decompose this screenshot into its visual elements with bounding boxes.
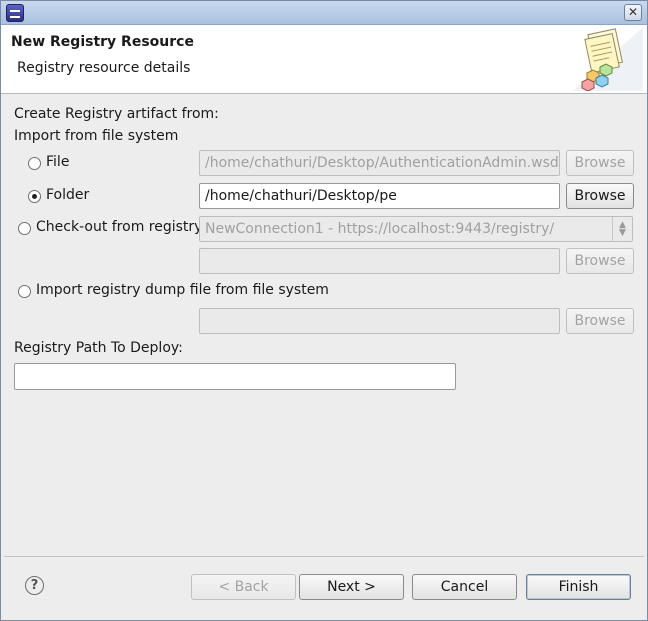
- file-radio-label[interactable]: File: [46, 154, 69, 170]
- wizard-title: New Registry Resource: [11, 34, 194, 50]
- folder-radio[interactable]: [28, 190, 41, 203]
- close-icon[interactable]: ✕: [624, 4, 642, 21]
- checkout-browse-button[interactable]: Browse: [566, 248, 634, 274]
- checkout-radio-label[interactable]: Check-out from registry: [36, 219, 202, 235]
- checkout-path-field[interactable]: [199, 248, 560, 274]
- title-bar[interactable]: ✕: [1, 1, 647, 25]
- combo-updown-icon[interactable]: ▲ ▼: [612, 217, 632, 241]
- dump-radio[interactable]: [18, 285, 31, 298]
- registry-connection-combo[interactable]: NewConnection1 - https://localhost:9443/…: [199, 216, 633, 242]
- wizard-subtitle: Registry resource details: [17, 60, 191, 76]
- registry-connection-value: NewConnection1 - https://localhost:9443/…: [205, 221, 555, 237]
- file-browse-button[interactable]: Browse: [566, 150, 634, 176]
- checkout-radio[interactable]: [18, 222, 31, 235]
- create-from-label: Create Registry artifact from:: [14, 106, 219, 122]
- dump-path-field[interactable]: [199, 308, 560, 334]
- file-radio[interactable]: [28, 157, 41, 170]
- wizard-header: New Registry Resource Registry resource …: [1, 25, 647, 94]
- deploy-path-field[interactable]: [14, 363, 456, 390]
- dialog-window: ✕ New Registry Resource Registry resourc…: [0, 0, 648, 621]
- dump-radio-label[interactable]: Import registry dump file from file syst…: [36, 282, 329, 298]
- back-button[interactable]: < Back: [191, 574, 296, 600]
- question-mark-icon[interactable]: ?: [25, 576, 44, 595]
- registry-wizard-banner-icon: [573, 27, 643, 91]
- dump-browse-button[interactable]: Browse: [566, 308, 634, 334]
- folder-path-field[interactable]: /home/chathuri/Desktop/pe: [199, 183, 560, 209]
- folder-browse-button[interactable]: Browse: [566, 183, 634, 209]
- folder-radio-label[interactable]: Folder: [46, 187, 89, 203]
- import-file-system-label: Import from file system: [14, 128, 179, 144]
- file-path-field[interactable]: /home/chathuri/Desktop/AuthenticationAdm…: [199, 150, 560, 176]
- eclipse-app-icon: [6, 4, 24, 22]
- deploy-path-label: Registry Path To Deploy:: [14, 340, 183, 356]
- footer-divider: [4, 556, 644, 557]
- next-button[interactable]: Next >: [299, 574, 404, 600]
- cancel-button[interactable]: Cancel: [412, 574, 517, 600]
- finish-button[interactable]: Finish: [526, 574, 631, 600]
